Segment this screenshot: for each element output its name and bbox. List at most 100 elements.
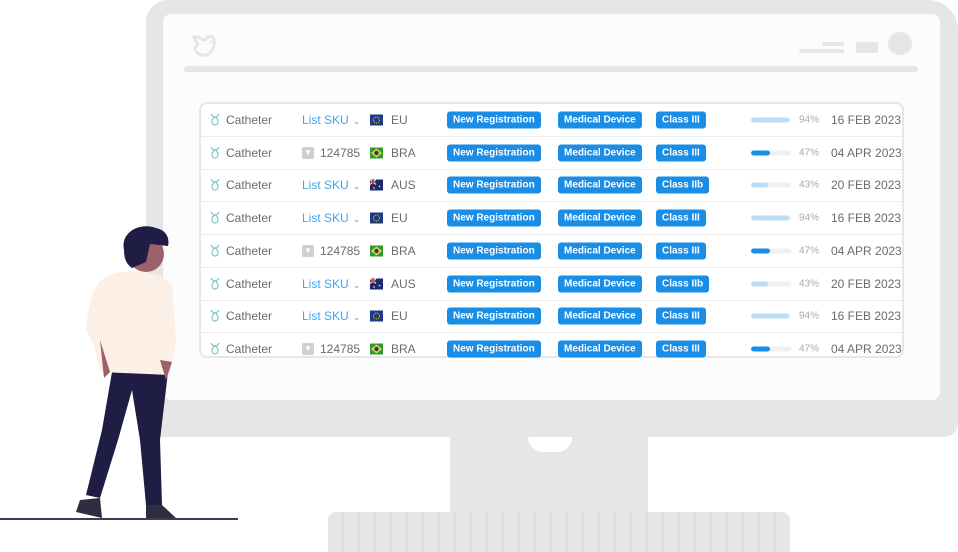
device-type-badge[interactable]: Medical Device (558, 340, 642, 358)
registration-badge[interactable]: New Registration (447, 111, 541, 129)
device-type-badge[interactable]: Medical Device (558, 111, 642, 129)
product-name: Catheter (226, 243, 273, 258)
flag-bra-icon (370, 245, 383, 257)
class-badge[interactable]: Class III (656, 111, 706, 129)
class-badge[interactable]: Class III (656, 209, 706, 227)
chevron-down-icon: ⌄ (352, 181, 361, 192)
list-sku-dropdown[interactable]: List SKU ⌄ (302, 178, 360, 192)
progress-bar (751, 346, 791, 352)
chevron-down-icon: ⌄ (352, 312, 361, 323)
country-code: AUS (391, 178, 416, 193)
registration-badge[interactable]: New Registration (447, 307, 541, 325)
sku-code: 124785 (320, 243, 361, 258)
sku-box-icon: ▼ (302, 343, 314, 356)
progress-percent: 43% (799, 179, 820, 191)
class-badge[interactable]: Class III (656, 242, 706, 260)
table-row[interactable]: Catheter ▼ 124785 BRA New Registration Me… (201, 137, 902, 170)
date: 16 FEB 2023 (831, 309, 902, 324)
country-code: EU (391, 211, 408, 226)
country-code: BRA (391, 243, 416, 258)
class-badge[interactable]: Class III (656, 307, 706, 325)
registrations-table: Catheter List SKU ⌄ EU New Registration M… (199, 102, 904, 358)
progress-bar (751, 150, 791, 156)
device-type-badge[interactable]: Medical Device (558, 307, 642, 325)
table-row[interactable]: Catheter List SKU ⌄ AUS New Registration … (201, 170, 902, 203)
product-name: Catheter (226, 178, 273, 193)
flag-aus-icon (369, 277, 383, 290)
progress-bar (751, 182, 791, 188)
device-type-badge[interactable]: Medical Device (558, 275, 642, 293)
progress-fill (751, 313, 789, 319)
table-row[interactable]: Catheter List SKU ⌄ AUS New Registration … (201, 268, 902, 301)
menu-placeholder[interactable] (822, 42, 844, 46)
product-name: Catheter (226, 342, 273, 357)
device-type-badge[interactable]: Medical Device (558, 242, 642, 260)
sku-box-icon: ▼ (302, 146, 314, 159)
product-name: Catheter (226, 145, 273, 160)
flag-eu-icon (370, 114, 383, 126)
device-type-badge[interactable]: Medical Device (558, 176, 642, 194)
progress-fill (751, 248, 770, 254)
catheter-icon (210, 342, 220, 355)
progress-fill (751, 117, 789, 123)
country-code: EU (391, 309, 408, 324)
list-sku-dropdown[interactable]: List SKU ⌄ (302, 113, 360, 127)
progress-fill (751, 150, 770, 156)
chevron-down-icon: ⌄ (352, 115, 361, 126)
sku-label: List SKU (302, 276, 349, 291)
progress-bar (751, 248, 791, 254)
product-name: Catheter (226, 309, 273, 324)
country-code: EU (391, 112, 408, 127)
registration-badge[interactable]: New Registration (447, 144, 541, 162)
progress-percent: 47% (799, 343, 820, 355)
table-row[interactable]: Catheter ▼ 124785 BRA New Registration Me… (201, 235, 902, 268)
date: 04 APR 2023 (831, 342, 902, 357)
registration-badge[interactable]: New Registration (447, 340, 541, 358)
monitor-base (328, 512, 790, 552)
product-name: Catheter (226, 112, 273, 127)
progress-fill (751, 346, 770, 352)
registration-badge[interactable]: New Registration (447, 209, 541, 227)
flag-eu-icon (370, 310, 383, 322)
class-badge[interactable]: Class IIb (656, 275, 710, 293)
device-type-badge[interactable]: Medical Device (558, 144, 642, 162)
bird-icon (192, 35, 216, 57)
class-badge[interactable]: Class III (656, 340, 706, 358)
table-row[interactable]: Catheter ▼ 124785 BRA New Registration Me… (201, 333, 902, 365)
progress-bar (751, 281, 791, 287)
product-name: Catheter (226, 211, 273, 226)
class-badge[interactable]: Class III (656, 144, 706, 162)
table-row[interactable]: Catheter List SKU ⌄ EU New Registration M… (201, 202, 902, 235)
chevron-down-icon: ⌄ (352, 279, 361, 290)
country-code: AUS (391, 276, 416, 291)
sku-code: 124785 (320, 145, 361, 160)
country-code: BRA (391, 145, 416, 160)
table-row[interactable]: Catheter List SKU ⌄ EU New Registration M… (201, 301, 902, 334)
header-divider (184, 66, 918, 72)
catheter-icon (210, 244, 220, 257)
registration-badge[interactable]: New Registration (447, 242, 541, 260)
menu-placeholder[interactable] (799, 49, 844, 53)
date: 20 FEB 2023 (831, 178, 902, 193)
date: 16 FEB 2023 (831, 211, 902, 226)
table-row[interactable]: Catheter List SKU ⌄ EU New Registration M… (201, 104, 902, 137)
progress-percent: 43% (799, 278, 820, 290)
catheter-icon (210, 113, 220, 126)
list-sku-dropdown[interactable]: List SKU ⌄ (302, 211, 360, 225)
registration-badge[interactable]: New Registration (447, 275, 541, 293)
progress-bar (751, 215, 791, 221)
registration-badge[interactable]: New Registration (447, 176, 541, 194)
sku-label: List SKU (302, 211, 349, 226)
progress-fill (751, 281, 769, 287)
progress-percent: 47% (799, 147, 820, 159)
avatar[interactable] (888, 32, 912, 55)
sku-box-icon: ▼ (302, 244, 314, 257)
progress-bar (751, 117, 791, 123)
catheter-icon (210, 146, 220, 159)
date: 16 FEB 2023 (831, 112, 902, 127)
device-type-badge[interactable]: Medical Device (558, 209, 642, 227)
list-sku-dropdown[interactable]: List SKU ⌄ (302, 277, 360, 291)
list-sku-dropdown[interactable]: List SKU ⌄ (302, 309, 360, 323)
class-badge[interactable]: Class IIb (656, 176, 710, 194)
header-button[interactable] (856, 42, 878, 53)
